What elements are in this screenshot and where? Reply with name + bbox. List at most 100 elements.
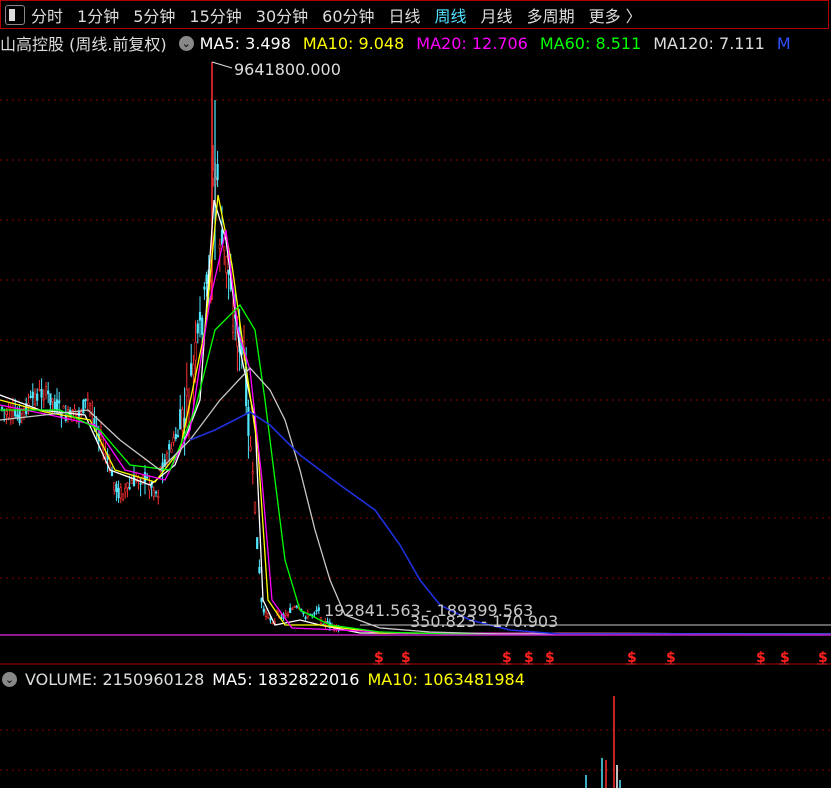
candle-body xyxy=(20,409,23,414)
candle-body xyxy=(264,612,268,617)
candle-body xyxy=(196,323,199,334)
candle-body xyxy=(130,480,133,484)
candle-body xyxy=(304,617,307,619)
candle-body xyxy=(192,364,195,376)
candle-body xyxy=(154,491,158,494)
candle-body xyxy=(5,411,8,415)
candle-body xyxy=(117,487,120,499)
candle-body xyxy=(0,407,4,409)
candle-body xyxy=(143,472,147,483)
candle-body xyxy=(170,448,173,453)
candle-body xyxy=(47,390,50,394)
candle-body xyxy=(14,410,17,417)
candle-body xyxy=(40,389,43,398)
candle-body xyxy=(269,618,272,621)
candle-body xyxy=(165,453,169,463)
candle-body xyxy=(132,476,136,487)
candle-body xyxy=(262,608,265,613)
candle-body xyxy=(227,269,230,275)
candle-body xyxy=(267,612,270,618)
candle-body xyxy=(326,621,329,623)
candle-body xyxy=(286,614,290,616)
ma120-line xyxy=(0,367,831,635)
ma10-line xyxy=(0,194,831,635)
candle-body xyxy=(181,408,184,431)
candle-body xyxy=(152,490,155,497)
candle-body xyxy=(194,341,197,361)
candle-body xyxy=(218,244,221,249)
candle-body xyxy=(146,476,149,479)
candle-body xyxy=(88,403,92,406)
candle-body xyxy=(190,363,193,376)
candle-body xyxy=(84,398,87,402)
peak-pointer xyxy=(211,61,233,69)
candle-body xyxy=(139,482,142,485)
candle-body xyxy=(251,471,254,474)
candle-body xyxy=(121,493,125,500)
candle-body xyxy=(128,487,131,490)
ma5-line xyxy=(0,199,831,635)
candle-body xyxy=(179,409,182,430)
candle-body xyxy=(203,286,206,290)
candle-body xyxy=(249,446,252,451)
candle-body xyxy=(225,256,228,273)
candlestick-chart[interactable]: 9641800.000192841.563 - 189399.563350.82… xyxy=(0,0,831,788)
candle-body xyxy=(51,398,54,402)
candle-body xyxy=(216,163,219,181)
candle-body xyxy=(295,605,298,608)
candle-body xyxy=(256,537,259,550)
candle-body xyxy=(291,608,294,610)
candle-body xyxy=(124,487,127,493)
candle-body xyxy=(53,401,56,409)
candle-body xyxy=(317,607,320,611)
candle-body xyxy=(36,393,39,401)
candle-body xyxy=(104,453,107,455)
candle-body xyxy=(220,229,224,245)
candle-body xyxy=(302,612,305,615)
candle-body xyxy=(315,609,318,612)
candle-body xyxy=(49,393,52,406)
candle-body xyxy=(9,410,12,420)
candle-body xyxy=(86,398,89,401)
peak-label: 9641800.000 xyxy=(234,60,341,79)
candle-body xyxy=(33,393,37,405)
candle-body xyxy=(126,482,129,489)
candle-body xyxy=(58,400,61,404)
candle-body xyxy=(260,598,263,603)
candle-body xyxy=(185,389,188,397)
candle-body xyxy=(247,406,250,436)
candle-body xyxy=(293,606,296,608)
candle-body xyxy=(115,483,118,493)
candle-body xyxy=(29,395,32,398)
candle-body xyxy=(168,444,171,450)
candle-body xyxy=(148,484,151,491)
candle-body xyxy=(253,501,257,513)
candle-body xyxy=(313,612,316,615)
candle-body xyxy=(80,411,83,414)
candle-body xyxy=(205,274,208,284)
candle-body xyxy=(113,482,116,491)
candle-body xyxy=(55,399,59,411)
candle-body xyxy=(38,389,41,391)
candle-body xyxy=(289,607,292,613)
candle-body xyxy=(119,487,122,499)
candle-body xyxy=(223,245,226,252)
candle-body xyxy=(198,311,202,321)
candle-body xyxy=(231,325,235,333)
candle-body xyxy=(174,433,177,440)
candle-body xyxy=(271,622,274,625)
candle-body xyxy=(42,398,45,401)
candle-body xyxy=(62,405,65,409)
candle-body xyxy=(176,435,180,437)
candle-body xyxy=(22,407,26,410)
candle-body xyxy=(258,566,261,573)
candle-body xyxy=(44,386,48,396)
candle-body xyxy=(172,437,175,443)
candle-body xyxy=(157,496,160,499)
candle-body xyxy=(16,414,19,418)
range-label: 350.823 - 170.903 xyxy=(410,612,558,631)
candle-body xyxy=(18,409,21,423)
candle-body xyxy=(201,317,204,335)
candle-body xyxy=(31,391,34,399)
candle-body xyxy=(284,613,287,616)
